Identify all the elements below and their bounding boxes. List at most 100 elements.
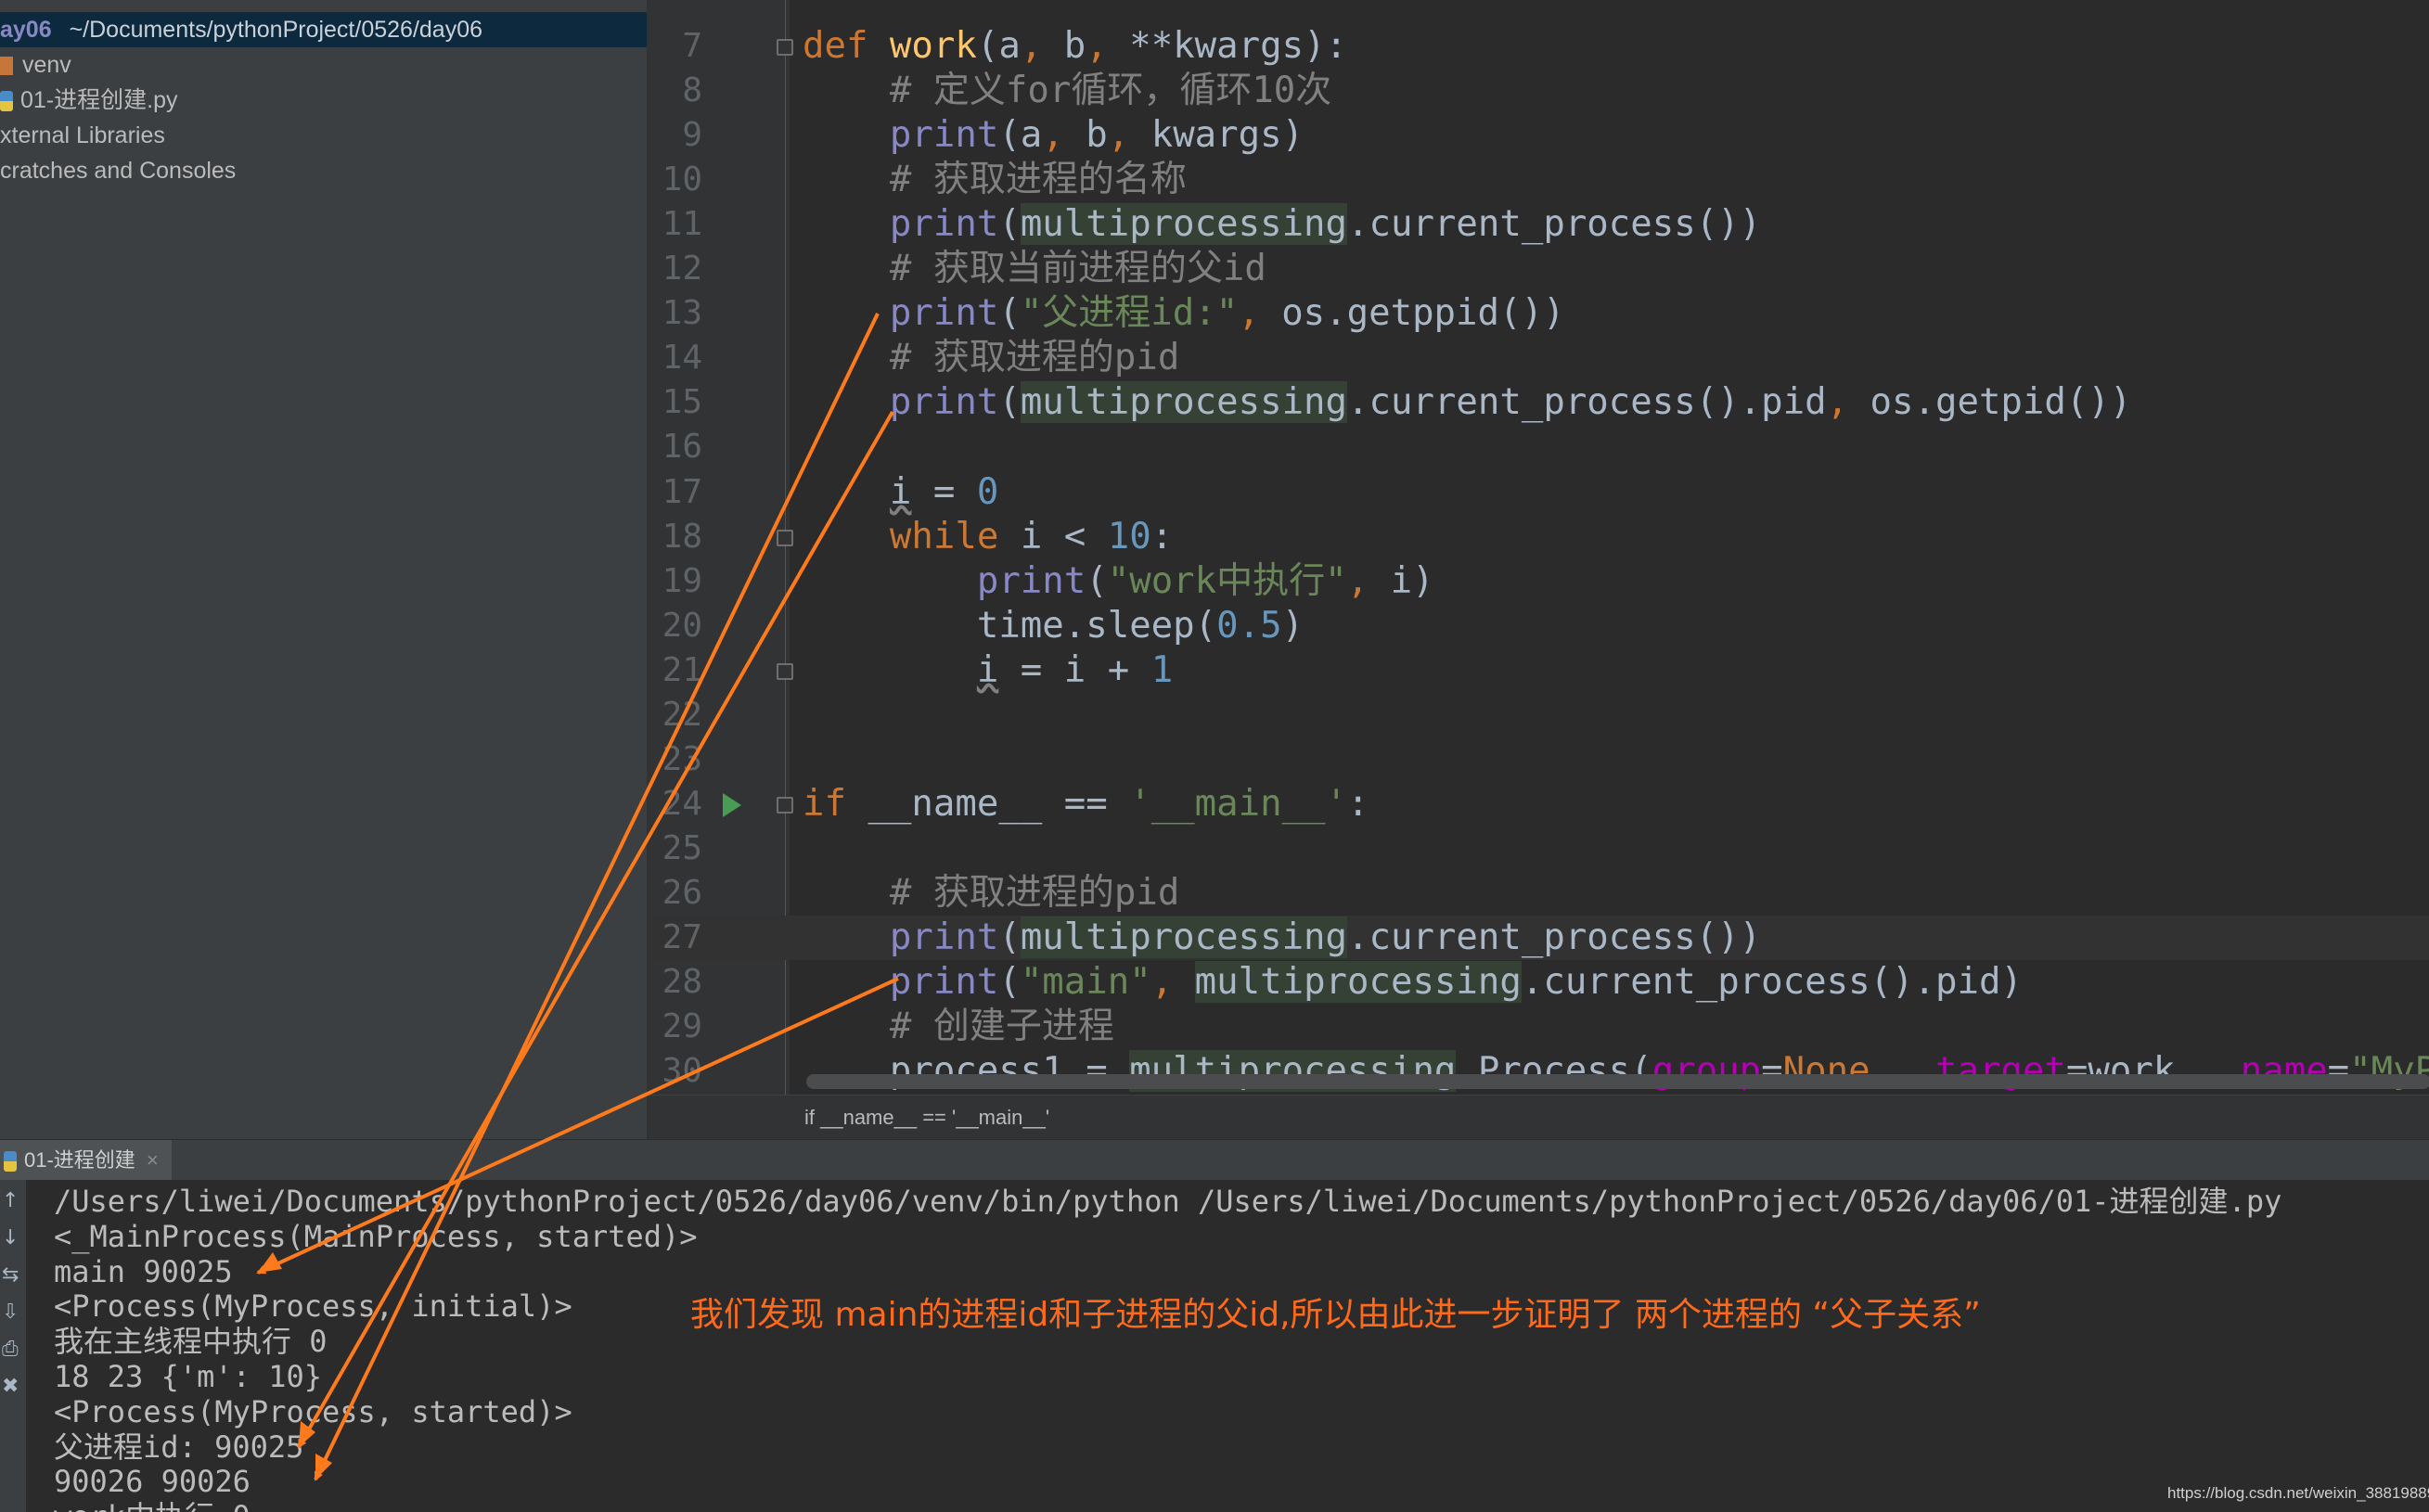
code-text: while i < 10:: [803, 515, 1173, 559]
code-token: work: [889, 25, 977, 67]
line-number: 26: [662, 873, 702, 912]
code-text: print(a, b, kwargs): [803, 113, 1304, 158]
arrow-down-icon[interactable]: ↓: [2, 1228, 22, 1249]
code-line[interactable]: 8 # 定义for循环，循环10次: [649, 69, 2429, 113]
code-line[interactable]: 12 # 获取当前进程的父id: [649, 247, 2429, 291]
code-line[interactable]: 24 if __name__ == '__main__':: [649, 782, 2429, 826]
close-icon[interactable]: ×: [147, 1148, 159, 1172]
code-token: i): [1390, 559, 1434, 602]
trash-icon[interactable]: ✖: [2, 1377, 22, 1397]
code-line[interactable]: 22: [649, 693, 2429, 737]
code-token: # 创建子进程: [803, 1006, 1114, 1048]
code-line[interactable]: 25: [649, 826, 2429, 871]
tree-item-scratches[interactable]: cratches and Consoles: [0, 153, 236, 188]
line-number: 28: [662, 963, 702, 1002]
code-text: print(multiprocessing.current_process()): [803, 202, 1761, 247]
code-line[interactable]: 9 print(a, b, kwargs): [649, 113, 2429, 158]
python-file-icon: [0, 91, 13, 112]
annotation-text: 我们发现 main的进程id和子进程的父id,所以由此进一步证明了 两个进程的 …: [690, 1296, 1981, 1334]
code-token: def: [803, 25, 890, 67]
code-line[interactable]: 14 # 获取进程的pid: [649, 336, 2429, 380]
code-token: multiprocessing: [1194, 961, 1522, 1004]
code-line[interactable]: 20 time.sleep(0.5): [649, 604, 2429, 648]
horizontal-scrollbar[interactable]: [806, 1074, 2429, 1089]
code-text: # 获取进程的pid: [803, 336, 1179, 380]
tree-item-label: cratches and Consoles: [0, 158, 237, 184]
code-line[interactable]: 23: [649, 737, 2429, 782]
code-line[interactable]: 27 print(multiprocessing.current_process…: [649, 916, 2429, 960]
code-line[interactable]: 13 print("父进程id:", os.getppid()): [649, 291, 2429, 336]
code-line[interactable]: 7 def work(a, b, **kwargs):: [649, 24, 2429, 69]
code-token: ,: [1826, 381, 1870, 424]
run-toolbar: ↑ ↓ ⇆ ⇩ ⎙ ✖: [0, 1180, 26, 1512]
fold-icon[interactable]: [777, 662, 793, 680]
console-line: /Users/liwei/Documents/pythonProject/052…: [54, 1184, 2282, 1219]
code-token: .current_process()): [1347, 203, 1762, 246]
line-number: 29: [662, 1007, 702, 1046]
code-token: i <: [1020, 515, 1108, 557]
code-line[interactable]: 19 print("work中执行", i): [649, 559, 2429, 604]
code-token: while: [889, 515, 1021, 557]
fold-icon[interactable]: [777, 39, 793, 56]
code-token: ,: [1238, 292, 1282, 335]
code-line[interactable]: 26 # 获取进程的pid: [649, 871, 2429, 916]
line-number: 23: [662, 739, 702, 778]
code-text: i = i + 1: [803, 648, 1173, 693]
code-token: multiprocessing: [1020, 916, 1348, 958]
code-token: print: [889, 292, 999, 335]
wrap-icon[interactable]: ⇆: [2, 1265, 22, 1286]
code-token: :: [1150, 515, 1174, 557]
code-token: ,: [1042, 114, 1086, 157]
code-token: .current_process().pid: [1347, 381, 1827, 424]
print-icon[interactable]: ⎙: [2, 1339, 22, 1360]
code-line[interactable]: 18 while i < 10:: [649, 515, 2429, 559]
code-token: os.getpid()): [1870, 381, 2132, 424]
code-token: print: [889, 203, 999, 246]
console-line: <_MainProcess(MainProcess, started)>: [54, 1218, 698, 1254]
code-line[interactable]: 15 print(multiprocessing.current_process…: [649, 380, 2429, 425]
run-tab[interactable]: 01-进程创建 ×: [0, 1140, 172, 1181]
code-editor[interactable]: 7 def work(a, b, **kwargs): 8 # 定义for循环，循环…: [647, 0, 2429, 1139]
code-line[interactable]: 28 print("main", multiprocessing.current…: [649, 960, 2429, 1005]
line-number: 24: [662, 784, 702, 823]
breadcrumb-bar: if __name__ == '__main__': [649, 1095, 2429, 1139]
code-text: # 创建子进程: [803, 1005, 1114, 1049]
code-token: (: [998, 203, 1021, 246]
line-number: 11: [662, 205, 702, 244]
code-line[interactable]: 29 # 创建子进程: [649, 1005, 2429, 1049]
line-number: 25: [662, 828, 702, 867]
code-line[interactable]: 11 print(multiprocessing.current_process…: [649, 202, 2429, 247]
fold-icon[interactable]: [777, 796, 793, 814]
code-token: ,: [1020, 25, 1064, 67]
console-line: main 90025: [54, 1253, 233, 1289]
code-token: "main": [1020, 961, 1151, 1004]
run-gutter-icon[interactable]: [723, 792, 741, 817]
code-token: (: [998, 916, 1021, 958]
run-tab-label: 01-进程创建: [24, 1148, 135, 1172]
tree-item-venv[interactable]: venv: [0, 47, 71, 83]
run-console[interactable]: /Users/liwei/Documents/pythonProject/052…: [26, 1180, 2429, 1512]
breadcrumb[interactable]: if __name__ == '__main__': [804, 1096, 1049, 1139]
scroll-end-icon[interactable]: ⇩: [2, 1302, 22, 1323]
code-line[interactable]: 16: [649, 425, 2429, 469]
code-line[interactable]: 10 # 获取进程的名称: [649, 158, 2429, 202]
code-token: # 定义for循环，循环10次: [803, 70, 1332, 112]
fold-icon[interactable]: [777, 529, 793, 546]
code-line[interactable]: 17 i = 0: [649, 470, 2429, 515]
code-token: 1: [1150, 648, 1174, 691]
tree-item-external-libraries[interactable]: xternal Libraries: [0, 118, 165, 153]
project-root-path: ~/Documents/pythonProject/0526/day06: [69, 17, 483, 43]
code-token: .current_process().pid): [1521, 961, 2023, 1004]
project-root-row[interactable]: ay06 ~/Documents/pythonProject/0526/day0…: [0, 12, 647, 47]
code-token: ,: [1346, 559, 1391, 602]
console-line: <Process(MyProcess, started)>: [54, 1393, 572, 1429]
code-token: (: [998, 961, 1021, 1004]
python-run-icon: [4, 1151, 17, 1172]
code-token: # 获取进程的pid: [803, 337, 1180, 379]
arrow-up-icon[interactable]: ↑: [2, 1191, 22, 1211]
tree-item-file[interactable]: 01-进程创建.py: [0, 83, 177, 118]
code-line[interactable]: 21 i = i + 1: [649, 648, 2429, 693]
code-token: =: [911, 470, 977, 513]
line-number: 22: [662, 695, 702, 734]
